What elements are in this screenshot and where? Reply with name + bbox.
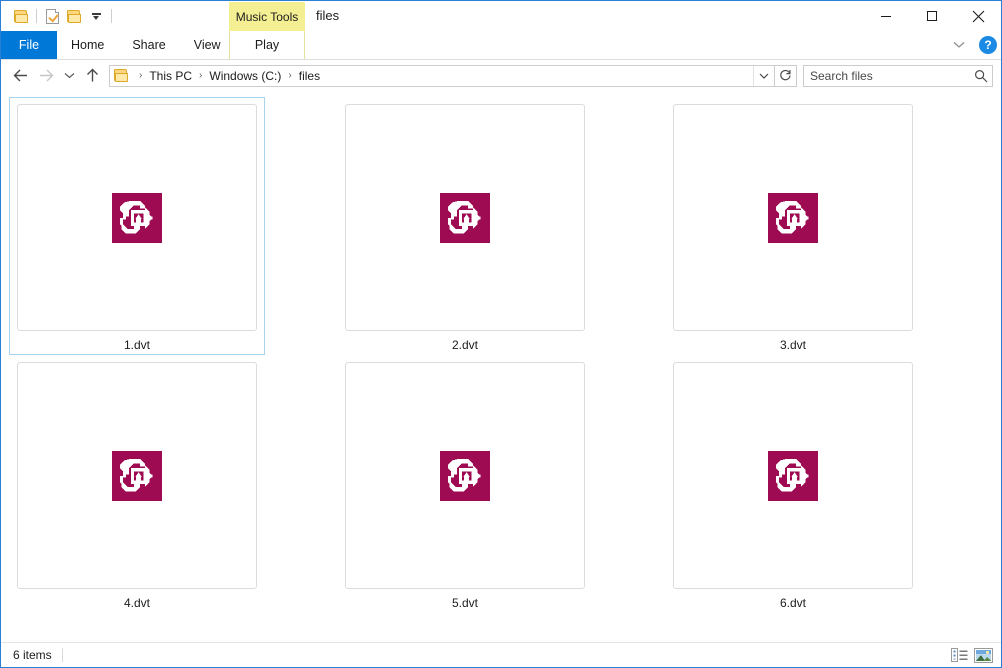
large-icons-view-button[interactable] <box>971 644 995 666</box>
search-box[interactable] <box>803 64 993 87</box>
breadcrumb-separator: › <box>139 70 143 81</box>
qat-separator-2 <box>111 9 112 23</box>
chevron-down-icon <box>759 73 769 79</box>
file-thumbnail <box>673 362 913 589</box>
file-tile-1[interactable]: 1.dvt <box>9 97 265 355</box>
explorer-window: Music Tools files File Home Share View P… <box>0 0 1002 668</box>
file-tile-2[interactable]: 2.dvt <box>337 97 593 355</box>
dvt-file-icon <box>440 450 490 501</box>
status-bar: 6 items <box>1 642 1001 667</box>
file-thumbnail <box>345 362 585 589</box>
tab-share[interactable]: Share <box>118 31 179 59</box>
file-tile-6[interactable]: 6.dvt <box>665 355 921 613</box>
file-thumbnail <box>17 104 257 331</box>
file-grid: 1.dvt 2.dvt 3.dvt 4.dvt 5.dvt 6.dvt <box>9 97 1001 613</box>
file-thumbnail <box>17 362 257 589</box>
file-name-label: 6.dvt <box>779 596 806 610</box>
breadcrumb-segment-this-pc[interactable]: This PC <box>147 69 194 83</box>
window-controls <box>863 1 1001 31</box>
quick-access-toolbar <box>1 1 116 31</box>
refresh-icon <box>780 69 791 81</box>
qat-new-folder-button[interactable] <box>10 5 32 27</box>
tab-home[interactable]: Home <box>57 31 118 59</box>
breadcrumb-folder-icon <box>110 69 134 82</box>
file-tile-3[interactable]: 3.dvt <box>665 97 921 355</box>
title-bar: Music Tools files <box>1 1 1001 31</box>
qat-properties-button[interactable] <box>41 5 63 27</box>
file-thumbnail <box>673 104 913 331</box>
up-button[interactable] <box>79 64 105 88</box>
file-list-view[interactable]: 1.dvt 2.dvt 3.dvt 4.dvt 5.dvt 6.dvt <box>1 91 1001 642</box>
tab-view[interactable]: View <box>180 31 235 59</box>
ribbon-right-controls: ? <box>949 31 997 59</box>
help-button[interactable]: ? <box>979 36 997 54</box>
caret-down-icon <box>91 12 101 21</box>
up-arrow-icon <box>86 68 98 82</box>
file-name-label: 4.dvt <box>123 596 150 610</box>
file-name-label: 2.dvt <box>451 338 478 352</box>
ribbon-expand-button[interactable] <box>949 35 969 55</box>
dvt-file-icon <box>768 450 818 501</box>
qat-separator-1 <box>36 9 37 23</box>
file-thumbnail <box>345 104 585 331</box>
maximize-icon <box>927 11 937 21</box>
breadcrumb-separator: › <box>288 70 292 81</box>
minimize-icon <box>881 16 891 17</box>
item-count-label: 6 items <box>13 648 52 662</box>
minimize-button[interactable] <box>863 1 909 31</box>
qat-customize-button[interactable] <box>85 5 107 27</box>
ribbon-tab-strip: File Home Share View Play ? <box>1 31 1001 60</box>
dvt-file-icon <box>112 450 162 501</box>
breadcrumb-dropdown-button[interactable] <box>753 65 774 86</box>
status-separator <box>61 648 63 662</box>
forward-arrow-icon <box>39 69 53 82</box>
maximize-button[interactable] <box>909 1 955 31</box>
forward-button[interactable] <box>33 64 59 88</box>
search-icon[interactable] <box>970 69 992 83</box>
file-tile-5[interactable]: 5.dvt <box>337 355 593 613</box>
close-icon <box>972 10 984 22</box>
dvt-file-icon <box>440 192 490 243</box>
back-arrow-icon <box>13 69 27 82</box>
chevron-down-icon <box>953 42 965 48</box>
breadcrumb[interactable]: › This PC › Windows (C:) › files <box>109 64 775 87</box>
tab-play[interactable]: Play <box>229 31 305 59</box>
details-view-button[interactable] <box>947 644 971 666</box>
large-icons-view-icon <box>973 647 993 663</box>
qat-open-folder-button[interactable] <box>63 5 85 27</box>
back-button[interactable] <box>7 64 33 88</box>
recent-locations-button[interactable] <box>59 64 79 88</box>
chevron-down-icon <box>64 73 74 79</box>
properties-checkmark-icon <box>45 8 59 24</box>
close-button[interactable] <box>955 1 1001 31</box>
dvt-file-icon <box>112 192 162 243</box>
file-tile-4[interactable]: 4.dvt <box>9 355 265 613</box>
tab-file[interactable]: File <box>1 31 57 59</box>
breadcrumb-segment-files[interactable]: files <box>297 69 322 83</box>
file-name-label: 1.dvt <box>123 338 150 352</box>
details-view-icon <box>950 648 967 662</box>
contextual-tool-group-label: Music Tools <box>235 9 299 24</box>
address-bar: › This PC › Windows (C:) › files <box>1 60 1001 91</box>
folder-icon <box>66 9 82 23</box>
file-name-label: 5.dvt <box>451 596 478 610</box>
breadcrumb-separator: › <box>199 70 203 81</box>
window-title: files <box>316 8 340 23</box>
dvt-file-icon <box>768 192 818 243</box>
contextual-tool-group-header: Music Tools <box>229 2 305 31</box>
search-input[interactable] <box>804 68 970 83</box>
refresh-button[interactable] <box>775 64 797 87</box>
file-name-label: 3.dvt <box>779 338 806 352</box>
folder-icon <box>13 9 29 23</box>
breadcrumb-segment-windows-c[interactable]: Windows (C:) <box>207 69 283 83</box>
